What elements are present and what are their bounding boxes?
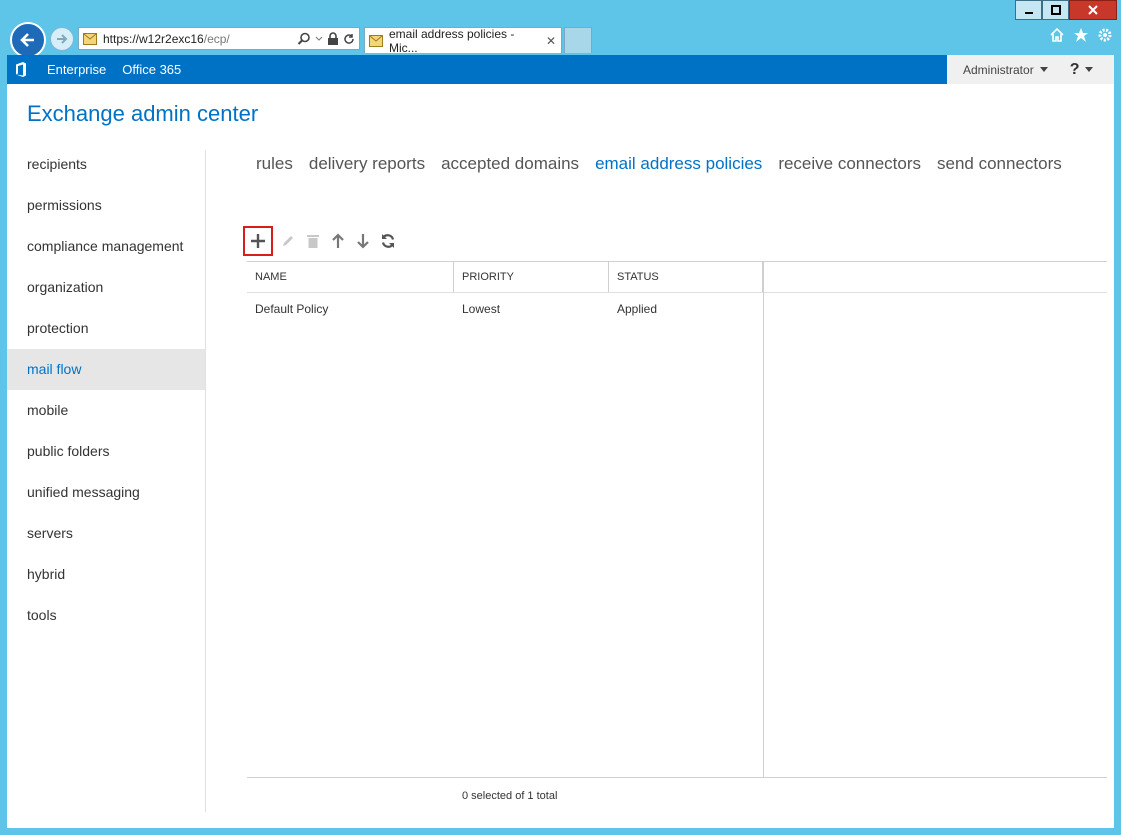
- sidebar-item-servers[interactable]: servers: [7, 513, 205, 554]
- selection-status: 0 selected of 1 total: [462, 790, 558, 802]
- tab-title: email address policies - Mic...: [388, 26, 515, 55]
- address-path: /ecp/: [203, 31, 230, 46]
- tab-close-icon[interactable]: ✕: [546, 34, 556, 48]
- minimize-icon: [1024, 12, 1033, 14]
- move-up-button[interactable]: [325, 226, 350, 256]
- close-icon: [1088, 5, 1098, 15]
- address-bar[interactable]: https://w12r2exc16/ecp/: [78, 27, 360, 50]
- sidebar-item-recipients[interactable]: recipients: [7, 144, 205, 185]
- sidebar-item-protection[interactable]: protection: [7, 308, 205, 349]
- sidebar-item-hybrid[interactable]: hybrid: [7, 554, 205, 595]
- main-content: Exchange admin center recipients permiss…: [7, 84, 1114, 828]
- minimize-button[interactable]: [1015, 0, 1042, 20]
- sidebar: recipients permissions compliance manage…: [7, 144, 205, 636]
- address-host: https://w12r2exc16: [103, 31, 204, 46]
- page-title: Exchange admin center: [27, 101, 259, 126]
- user-name: Administrator: [963, 62, 1034, 77]
- arrow-down-icon: [356, 234, 369, 249]
- new-tab-button[interactable]: [564, 27, 592, 53]
- tab-favicon-icon: [369, 34, 383, 47]
- sidebar-divider: [205, 150, 206, 812]
- pencil-icon: [282, 236, 293, 246]
- nav-enterprise[interactable]: Enterprise: [47, 62, 106, 77]
- browser-toolbar-icons: [1049, 27, 1113, 43]
- sidebar-item-mail-flow[interactable]: mail flow: [7, 349, 205, 390]
- browser-chrome: https://w12r2exc16/ecp/ email address po…: [0, 0, 1121, 58]
- user-menu[interactable]: Administrator ?: [947, 55, 1114, 84]
- back-button[interactable]: [10, 22, 46, 58]
- close-window-button[interactable]: [1069, 0, 1117, 20]
- search-icon[interactable]: [297, 32, 311, 46]
- tab-send-connectors[interactable]: send connectors: [937, 154, 1062, 174]
- table-header-divider: [247, 292, 1107, 293]
- chevron-down-icon: [1039, 66, 1048, 72]
- arrow-right-icon: [57, 34, 68, 44]
- sidebar-item-public-folders[interactable]: public folders: [7, 431, 205, 472]
- maximize-icon: [1050, 5, 1061, 15]
- mail-flow-tabs: rules delivery reports accepted domains …: [256, 154, 1062, 174]
- column-header-priority[interactable]: PRIORITY: [454, 262, 609, 292]
- sidebar-item-compliance-management[interactable]: compliance management: [7, 226, 205, 267]
- nav-office365[interactable]: Office 365: [122, 62, 181, 77]
- sidebar-item-mobile[interactable]: mobile: [7, 390, 205, 431]
- edit-button[interactable]: [275, 226, 300, 256]
- sidebar-item-organization[interactable]: organization: [7, 267, 205, 308]
- add-button[interactable]: [243, 226, 273, 256]
- tab-email-address-policies[interactable]: email address policies: [595, 154, 762, 174]
- sidebar-item-tools[interactable]: tools: [7, 595, 205, 636]
- site-favicon-icon: [83, 32, 97, 45]
- tab-receive-connectors[interactable]: receive connectors: [778, 154, 921, 174]
- maximize-button[interactable]: [1042, 0, 1069, 20]
- list-toolbar: [243, 226, 400, 256]
- lock-icon[interactable]: [327, 31, 339, 46]
- details-pane-divider: [763, 261, 764, 777]
- cell-status: Applied: [617, 302, 658, 316]
- delete-button[interactable]: [300, 226, 325, 256]
- refresh-icon[interactable]: [343, 33, 355, 45]
- cell-name: Default Policy: [255, 302, 329, 316]
- star-icon[interactable]: [1073, 27, 1089, 43]
- refresh-icon: [381, 234, 394, 248]
- office-logo-icon[interactable]: [7, 55, 35, 84]
- chevron-down-icon[interactable]: [315, 35, 323, 43]
- arrow-left-icon: [20, 33, 34, 47]
- move-down-button[interactable]: [350, 226, 375, 256]
- refresh-button[interactable]: [375, 226, 400, 256]
- forward-button[interactable]: [50, 27, 74, 51]
- trash-icon: [306, 235, 319, 248]
- table-bottom-border: [247, 777, 1107, 778]
- cell-priority: Lowest: [462, 302, 501, 316]
- chevron-down-icon: [1085, 66, 1094, 72]
- window-controls: [1015, 0, 1117, 20]
- tab-accepted-domains[interactable]: accepted domains: [441, 154, 579, 174]
- column-header-name[interactable]: NAME: [247, 262, 454, 292]
- sidebar-item-permissions[interactable]: permissions: [7, 185, 205, 226]
- browser-tab-active[interactable]: email address policies - Mic... ✕: [364, 26, 562, 55]
- tab-delivery-reports[interactable]: delivery reports: [309, 154, 425, 174]
- home-icon[interactable]: [1049, 27, 1065, 43]
- help-icon[interactable]: ?: [1070, 61, 1080, 79]
- sidebar-item-unified-messaging[interactable]: unified messaging: [7, 472, 205, 513]
- arrow-up-icon: [331, 233, 344, 248]
- policies-table: NAME PRIORITY STATUS Default Policy Lowe…: [247, 261, 1107, 778]
- gear-icon[interactable]: [1097, 27, 1113, 43]
- table-header: NAME PRIORITY STATUS: [247, 262, 763, 292]
- tab-rules[interactable]: rules: [256, 154, 293, 174]
- o365-navbar: Enterprise Office 365 Administrator ?: [7, 55, 1114, 84]
- column-header-status[interactable]: STATUS: [609, 262, 763, 292]
- plus-icon: [251, 234, 265, 248]
- table-row[interactable]: Default Policy Lowest Applied: [247, 302, 763, 316]
